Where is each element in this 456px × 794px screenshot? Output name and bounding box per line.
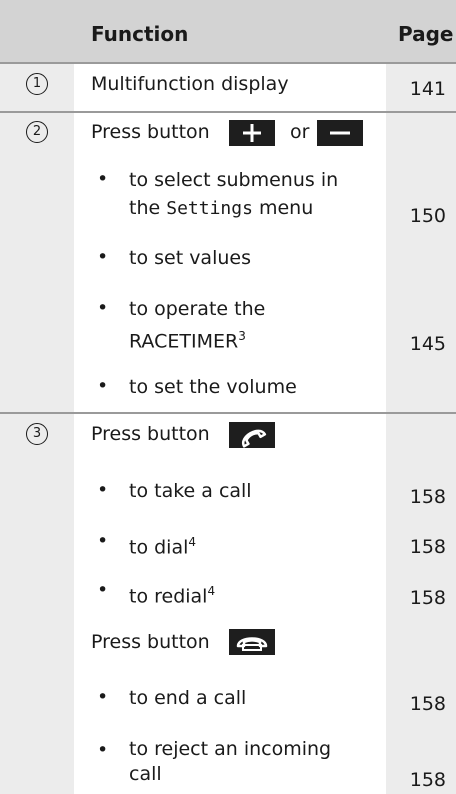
row-3-title-a: Press button bbox=[91, 423, 210, 445]
page-take-call: 158 bbox=[409, 486, 446, 508]
item-end-call: to end a call bbox=[129, 687, 247, 709]
item-select-submenus-l2: the Settings menu bbox=[129, 197, 314, 219]
bullet: • bbox=[97, 168, 109, 190]
item-racetimer-l2: RACETIMER3 bbox=[129, 329, 246, 353]
item-racetimer-l1: to operate the bbox=[129, 298, 266, 320]
item-set-volume: to set the volume bbox=[129, 376, 297, 398]
callout-1: 1 bbox=[26, 73, 48, 95]
bullet: • bbox=[97, 579, 109, 601]
page-redial: 158 bbox=[409, 587, 446, 609]
page-end-call: 158 bbox=[409, 693, 446, 715]
callout-3: 3 bbox=[26, 423, 48, 445]
divider bbox=[0, 412, 456, 414]
divider bbox=[0, 62, 456, 64]
bullet: • bbox=[97, 375, 109, 397]
function-table: Function Page 1 Multifunction display 14… bbox=[0, 0, 456, 794]
item-redial: to redial4 bbox=[129, 584, 216, 608]
callout-2: 2 bbox=[26, 121, 48, 143]
item-select-submenus-l1: to select submenus in bbox=[129, 169, 339, 191]
row-1-page: 141 bbox=[409, 78, 446, 100]
header-function: Function bbox=[91, 22, 189, 46]
bullet: • bbox=[97, 479, 109, 501]
bullet: • bbox=[97, 686, 109, 708]
header-page: Page bbox=[398, 22, 454, 46]
page-reject-call: 158 bbox=[409, 769, 446, 791]
item-dial: to dial4 bbox=[129, 535, 197, 559]
bullet: • bbox=[97, 739, 109, 761]
bullet: • bbox=[97, 297, 109, 319]
bullet: • bbox=[97, 246, 109, 268]
page-column bbox=[386, 63, 456, 794]
item-reject-call-l1: to reject an incoming bbox=[129, 738, 332, 760]
page-settings: 150 bbox=[409, 205, 446, 227]
page-dial: 158 bbox=[409, 536, 446, 558]
bullet: • bbox=[97, 530, 109, 552]
row-1-title: Multifunction display bbox=[91, 73, 289, 95]
item-set-values: to set values bbox=[129, 247, 251, 269]
row-2-title: Press button bbox=[91, 121, 210, 143]
page-racetimer: 145 bbox=[409, 333, 446, 355]
phone-end-icon bbox=[229, 629, 275, 655]
phone-accept-icon bbox=[229, 422, 275, 448]
item-take-call: to take a call bbox=[129, 480, 252, 502]
item-reject-call-l2: call bbox=[129, 763, 162, 785]
minus-button-icon bbox=[317, 120, 363, 146]
plus-button-icon bbox=[229, 120, 275, 146]
table-header bbox=[0, 0, 456, 63]
divider bbox=[0, 111, 456, 113]
or-text: or bbox=[290, 121, 310, 143]
row-3-title-b: Press button bbox=[91, 631, 210, 653]
